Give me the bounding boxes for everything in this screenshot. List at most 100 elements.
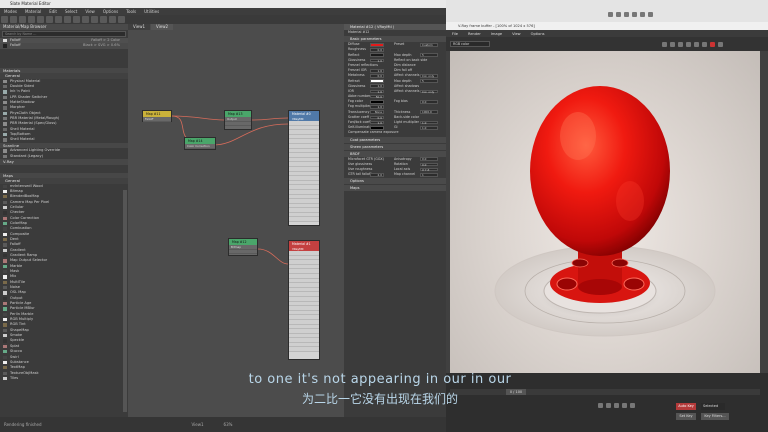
show-map-icon[interactable]: [55, 16, 62, 23]
node-slot[interactable]: [289, 217, 319, 223]
render-icon[interactable]: [623, 12, 629, 17]
navigator-icon[interactable]: [118, 16, 125, 23]
param-value-field[interactable]: 1.0: [370, 58, 384, 63]
region-icon[interactable]: [677, 41, 683, 47]
menu-edit[interactable]: Edit: [49, 9, 57, 14]
param-value-field[interactable]: 0.0: [370, 115, 384, 120]
layout-all-icon[interactable]: [73, 16, 80, 23]
search-input[interactable]: Search by Name ...: [2, 31, 126, 37]
param-value-field[interactable]: 50.0: [370, 94, 384, 99]
go-end-icon[interactable]: [629, 403, 635, 408]
teapot-icon[interactable]: [631, 12, 637, 17]
close-icon[interactable]: [717, 41, 723, 47]
menu-select[interactable]: Select: [65, 9, 77, 14]
node-map-13[interactable]: Map #13 Output: [224, 110, 252, 130]
color-swatch[interactable]: [370, 42, 384, 47]
clear-icon[interactable]: [669, 41, 675, 47]
param-value-field[interactable]: 0.0: [370, 48, 384, 52]
param-value-field[interactable]: 0.0: [420, 162, 438, 167]
auto-key-button[interactable]: Auto Key: [676, 403, 696, 410]
red-channel-icon[interactable]: [709, 41, 715, 47]
prev-frame-icon[interactable]: [605, 403, 611, 408]
menu-render[interactable]: Render: [468, 32, 481, 36]
render-frame-icon[interactable]: [615, 12, 621, 17]
hide-unused-icon[interactable]: [46, 16, 53, 23]
stop-icon[interactable]: [693, 41, 699, 47]
menu-options[interactable]: Options: [103, 9, 118, 14]
channel-select[interactable]: RGB color: [450, 41, 490, 47]
menu-view[interactable]: View: [85, 9, 95, 14]
section-sheen[interactable]: Sheen parameters: [344, 143, 446, 150]
node-map-14[interactable]: Map #14 Color Correction: [184, 137, 216, 150]
param-value-field[interactable]: Col. only: [420, 74, 438, 78]
menu-image[interactable]: Image: [491, 32, 502, 36]
browser-icon[interactable]: [100, 16, 107, 23]
color-swatch[interactable]: [370, 53, 384, 57]
section-maps[interactable]: Maps: [344, 185, 446, 192]
pick-material-icon[interactable]: [10, 16, 17, 23]
light-icon[interactable]: [647, 12, 653, 17]
node-slot[interactable]: [289, 347, 319, 353]
menu-utilities[interactable]: Utilities: [144, 9, 159, 14]
delete-icon[interactable]: [28, 16, 35, 23]
menu-file[interactable]: File: [452, 32, 458, 36]
show-background-icon[interactable]: [64, 16, 71, 23]
list-item[interactable]: Shell Material: [0, 137, 128, 142]
render-viewport[interactable]: [450, 51, 760, 373]
scene-item[interactable]: Falloff Black > SVG > 0.6%: [0, 43, 128, 49]
section-coat[interactable]: Coat parameters: [344, 136, 446, 143]
list-item[interactable]: Tiles: [0, 376, 128, 381]
menu-modes[interactable]: Modes: [4, 9, 17, 14]
param-value-field[interactable]: Col. only: [420, 89, 438, 94]
play-icon[interactable]: [613, 403, 619, 408]
lens-icon[interactable]: [701, 41, 707, 47]
node-material-1[interactable]: Material #1 VRayMtl: [288, 240, 320, 360]
vray-icon[interactable]: [639, 12, 645, 17]
save-icon[interactable]: [661, 41, 667, 47]
layout-children-icon[interactable]: [82, 16, 89, 23]
parameter-editor-icon[interactable]: [109, 16, 116, 23]
key-set-dropdown[interactable]: Selected: [701, 403, 725, 410]
render-setup-icon[interactable]: [607, 12, 613, 17]
list-item[interactable]: Standard (Legacy): [0, 154, 128, 159]
color-swatch[interactable]: [370, 79, 384, 83]
param-value-field[interactable]: X Y Z: [420, 167, 438, 172]
param-value-field[interactable]: 5: [420, 53, 438, 57]
menu-material[interactable]: Material: [25, 9, 41, 14]
go-start-icon[interactable]: [597, 403, 603, 408]
menu-view[interactable]: View: [512, 32, 521, 36]
menu-tools[interactable]: Tools: [126, 9, 136, 14]
param-value-field[interactable]: 0.0: [420, 100, 438, 104]
param-value-field[interactable]: 1.0: [370, 120, 384, 125]
key-filters-button[interactable]: Key Filters...: [701, 413, 729, 420]
move-children-icon[interactable]: [37, 16, 44, 23]
param-value-field[interactable]: 1.0: [370, 105, 384, 109]
param-value-field[interactable]: 5: [420, 79, 438, 83]
param-value-field[interactable]: None: [370, 110, 384, 115]
param-value-field[interactable]: 1000.0: [420, 110, 438, 115]
section-options[interactable]: Options: [344, 178, 446, 185]
node-canvas[interactable]: View1 View2 Map #11 Falloff Map #13 Outp…: [128, 24, 344, 417]
param-value-field[interactable]: 2.0: [370, 172, 384, 177]
param-value-field[interactable]: Custom: [420, 42, 438, 47]
assign-material-icon[interactable]: [19, 16, 26, 23]
param-value-field[interactable]: 1.0: [370, 84, 384, 89]
param-value-field[interactable]: 1.0: [420, 125, 438, 130]
node-map-12[interactable]: Map #12 Bitmap: [228, 238, 258, 256]
param-value-field[interactable]: 1.6: [370, 89, 384, 94]
material-id-icon[interactable]: [91, 16, 98, 23]
node-material-0[interactable]: Material #0 VRayMtl: [288, 110, 320, 226]
param-value-field[interactable]: 1: [420, 172, 438, 177]
color-swatch[interactable]: [370, 125, 384, 130]
next-frame-icon[interactable]: [621, 403, 627, 408]
select-tool-icon[interactable]: [1, 16, 8, 23]
param-value-field[interactable]: 1.6: [370, 68, 384, 73]
set-key-button[interactable]: Set Key: [676, 413, 696, 420]
param-value-field[interactable]: 1.0: [420, 120, 438, 125]
node-map-11[interactable]: Map #11 Falloff: [142, 110, 172, 122]
browser-scrollbar[interactable]: [123, 190, 127, 412]
menu-options[interactable]: Options: [531, 32, 545, 36]
param-value-field[interactable]: 0.0: [370, 74, 384, 78]
color-swatch[interactable]: [370, 100, 384, 104]
param-value-field[interactable]: 0.0: [420, 157, 438, 161]
